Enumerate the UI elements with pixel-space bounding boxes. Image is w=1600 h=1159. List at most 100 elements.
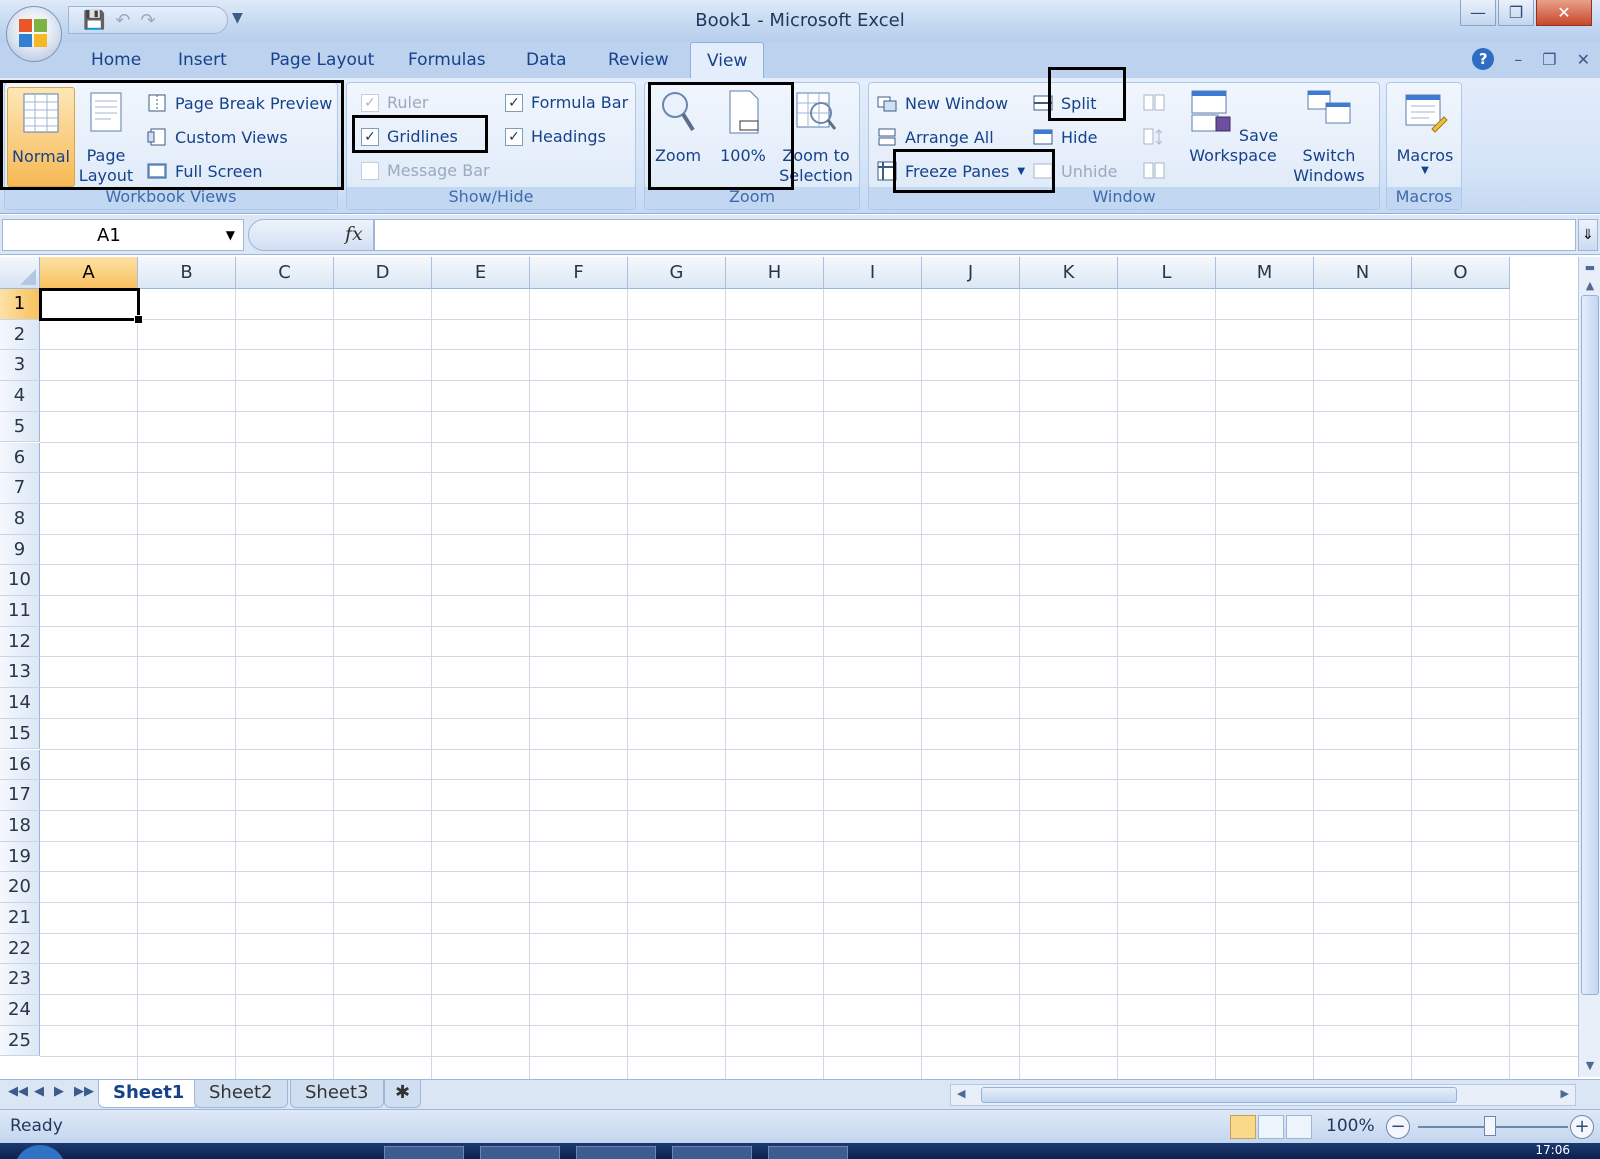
tab-data[interactable]: Data: [526, 50, 567, 70]
row-header[interactable]: 11: [0, 596, 40, 627]
column-header[interactable]: N: [1314, 257, 1412, 289]
scroll-left-icon[interactable]: ◀: [957, 1087, 965, 1100]
vertical-scrollbar[interactable]: ▬ ▲ ▼: [1578, 257, 1600, 1077]
row-header[interactable]: 8: [0, 503, 40, 535]
normal-view-status-icon[interactable]: [1230, 1115, 1256, 1139]
arrange-all-button[interactable]: Arrange All: [877, 127, 994, 147]
page-break-status-icon[interactable]: [1286, 1115, 1312, 1139]
taskbar-button[interactable]: [480, 1146, 560, 1159]
row-header[interactable]: 4: [0, 381, 40, 412]
scroll-up-icon[interactable]: ▲: [1581, 277, 1599, 295]
row-header[interactable]: 14: [0, 688, 40, 719]
zoom-in-icon[interactable]: +: [1570, 1115, 1594, 1139]
column-header[interactable]: K: [1020, 257, 1118, 289]
help-icon[interactable]: ?: [1472, 48, 1495, 70]
prev-sheet-icon[interactable]: ◀: [34, 1084, 44, 1099]
minimize-button[interactable]: —: [1460, 0, 1496, 26]
column-header[interactable]: H: [726, 257, 824, 289]
ruler-checkbox[interactable]: ✓ Ruler: [361, 93, 428, 112]
ribbon-minimize-icon[interactable]: –: [1514, 50, 1522, 69]
office-button[interactable]: [6, 6, 62, 62]
taskbar-button[interactable]: [672, 1146, 752, 1159]
tab-page-layout[interactable]: Page Layout: [270, 50, 374, 70]
taskbar-button[interactable]: [384, 1146, 464, 1159]
row-header[interactable]: 9: [0, 534, 40, 566]
column-header[interactable]: B: [138, 257, 236, 289]
row-header[interactable]: 18: [0, 810, 40, 842]
row-header[interactable]: 25: [0, 1025, 40, 1057]
taskbar-button[interactable]: [576, 1146, 656, 1159]
column-header[interactable]: M: [1216, 257, 1314, 289]
new-window-button[interactable]: New Window: [877, 93, 1008, 113]
row-header[interactable]: 17: [0, 780, 40, 811]
start-button[interactable]: [14, 1145, 66, 1159]
split-button[interactable]: Split: [1033, 93, 1096, 113]
zoom-to-selection-button[interactable]: Zoom to Selection: [777, 87, 855, 186]
row-header[interactable]: 23: [0, 964, 40, 996]
message-bar-checkbox[interactable]: Message Bar: [361, 161, 490, 180]
sheet-tab-sheet1[interactable]: Sheet1: [98, 1080, 200, 1108]
first-sheet-icon[interactable]: ◀◀: [8, 1084, 28, 1099]
tab-view[interactable]: View: [690, 42, 765, 80]
next-sheet-icon[interactable]: ▶: [54, 1084, 64, 1099]
column-header[interactable]: D: [334, 257, 432, 289]
column-header[interactable]: F: [530, 257, 628, 289]
row-header[interactable]: 13: [0, 657, 40, 689]
close-button[interactable]: ✕: [1536, 0, 1592, 26]
column-header[interactable]: C: [236, 257, 334, 289]
zoom-100-button[interactable]: 100%: [715, 87, 771, 166]
last-sheet-icon[interactable]: ▶▶: [74, 1084, 94, 1099]
row-header[interactable]: 7: [0, 473, 40, 504]
taskbar-button[interactable]: [768, 1146, 848, 1159]
row-header[interactable]: 16: [0, 749, 40, 781]
save-workspace-button[interactable]: Save Workspace: [1185, 87, 1281, 166]
row-header[interactable]: 12: [0, 626, 40, 658]
gridlines-checkbox[interactable]: ✓ Gridlines: [361, 127, 458, 146]
dropdown-arrow-icon[interactable]: ▼: [226, 228, 235, 242]
horizontal-scroll-thumb[interactable]: [981, 1087, 1457, 1103]
row-header[interactable]: 5: [0, 411, 40, 443]
unhide-button[interactable]: Unhide: [1033, 161, 1117, 181]
hide-button[interactable]: Hide: [1033, 127, 1097, 147]
page-break-preview-button[interactable]: Page Break Preview: [147, 93, 332, 113]
tab-formulas[interactable]: Formulas: [408, 50, 486, 70]
headings-checkbox[interactable]: ✓ Headings: [505, 127, 606, 146]
page-layout-status-icon[interactable]: [1258, 1115, 1284, 1139]
reset-window-position-icon[interactable]: [1143, 161, 1165, 181]
row-header[interactable]: 1: [0, 289, 40, 320]
ribbon-close-icon[interactable]: ✕: [1577, 50, 1590, 69]
page-layout-view-button[interactable]: Page Layout: [77, 87, 135, 186]
column-header[interactable]: A: [40, 257, 138, 289]
sheet-tab-sheet2[interactable]: Sheet2: [194, 1080, 288, 1108]
insert-worksheet-icon[interactable]: ✱: [384, 1080, 422, 1108]
switch-windows-button[interactable]: Switch Windows: [1281, 87, 1377, 186]
row-header[interactable]: 20: [0, 872, 40, 903]
row-header[interactable]: 10: [0, 565, 40, 596]
column-header[interactable]: E: [432, 257, 530, 289]
horizontal-scrollbar[interactable]: ◀ ▶: [950, 1084, 1576, 1106]
sheet-tab-sheet3[interactable]: Sheet3: [290, 1080, 384, 1108]
expand-formula-bar-icon[interactable]: ⇓: [1578, 219, 1598, 251]
zoom-out-icon[interactable]: −: [1386, 1115, 1410, 1139]
column-header[interactable]: L: [1118, 257, 1216, 289]
column-header[interactable]: I: [824, 257, 922, 289]
zoom-slider-thumb[interactable]: [1484, 1116, 1496, 1136]
formula-input[interactable]: [374, 219, 1576, 251]
active-cell[interactable]: [39, 288, 143, 324]
restore-button[interactable]: ❐: [1498, 0, 1534, 26]
worksheet-grid[interactable]: ABCDEFGHIJKLMNO 1 2 3 4 5 6 7 8 9 10 11 12 13 14 15 16 1…: [0, 257, 1578, 1087]
row-header[interactable]: 3: [0, 350, 40, 382]
column-header[interactable]: O: [1412, 257, 1510, 289]
column-header[interactable]: G: [628, 257, 726, 289]
insert-function-icon[interactable]: fx: [345, 223, 363, 245]
zoom-button[interactable]: Zoom: [651, 87, 705, 166]
ribbon-restore-icon[interactable]: ❐: [1542, 50, 1556, 69]
tab-review[interactable]: Review: [608, 50, 669, 70]
row-header[interactable]: 2: [0, 319, 40, 351]
select-all-button[interactable]: [0, 257, 40, 289]
scroll-down-icon[interactable]: ▼: [1581, 1057, 1599, 1075]
vertical-scroll-thumb[interactable]: [1581, 295, 1599, 995]
zoom-level[interactable]: 100%: [1326, 1116, 1375, 1136]
row-header[interactable]: 22: [0, 933, 40, 965]
view-side-by-side-icon[interactable]: [1143, 93, 1165, 113]
